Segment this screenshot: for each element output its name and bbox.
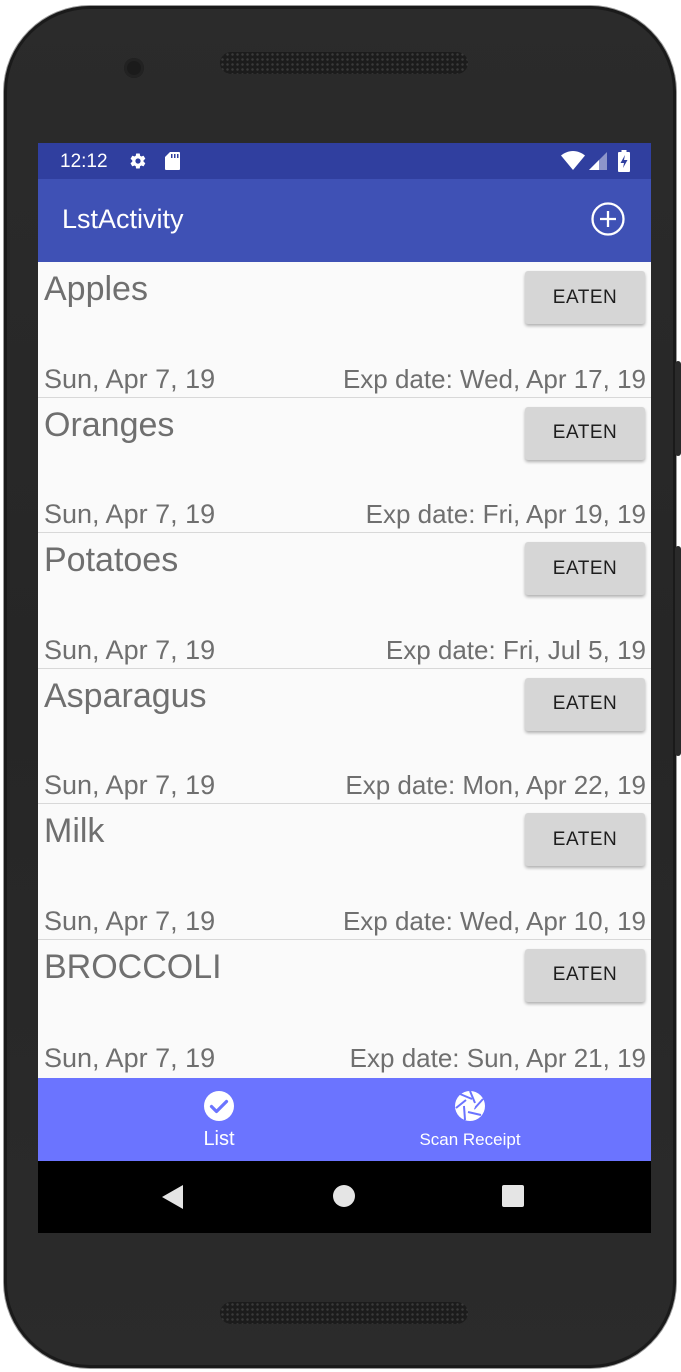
bottom-speaker [220, 1302, 468, 1324]
item-name: Oranges [44, 405, 175, 444]
nav-item-scan-receipt[interactable]: Scan Receipt [400, 1078, 540, 1161]
add-circle-icon[interactable] [590, 201, 626, 237]
eaten-button[interactable]: EATEN [525, 677, 645, 731]
eaten-button[interactable]: EATEN [525, 948, 645, 1002]
item-name: Potatoes [44, 541, 179, 580]
item-date: Sun, Apr 7, 19 [44, 499, 216, 530]
eaten-button[interactable]: EATEN [525, 406, 645, 460]
list-item: Apples EATEN Sun, Apr 7, 19 Exp date: We… [38, 262, 651, 398]
nav-label-scan: Scan Receipt [419, 1130, 521, 1149]
eaten-button[interactable]: EATEN [525, 542, 645, 596]
cell-signal-icon [589, 152, 607, 170]
camera-shutter-icon [455, 1090, 485, 1121]
list-item: Milk EATEN Sun, Apr 7, 19 Exp date: Wed,… [38, 804, 651, 940]
recents-icon[interactable] [502, 1185, 524, 1207]
back-icon[interactable] [161, 1184, 185, 1210]
item-date: Sun, Apr 7, 19 [44, 905, 216, 936]
list-item: Oranges EATEN Sun, Apr 7, 19 Exp date: F… [38, 398, 651, 534]
phone-frame: 12:12 LstActivity Apples EATEN Sun, Apr … [4, 6, 681, 1368]
item-name: Apples [44, 270, 148, 308]
app-bar: LstActivity [38, 179, 651, 262]
item-exp-date: Exp date: Sun, Apr 21, 19 [349, 1042, 646, 1073]
nav-item-list[interactable]: List [169, 1078, 269, 1161]
item-exp-date: Exp date: Mon, Apr 22, 19 [345, 770, 646, 801]
list-item: Potatoes EATEN Sun, Apr 7, 19 Exp date: … [38, 533, 651, 669]
wifi-icon [561, 151, 585, 170]
settings-icon [130, 153, 146, 169]
food-list: Apples EATEN Sun, Apr 7, 19 Exp date: We… [38, 262, 651, 1078]
nav-label-list: List [203, 1128, 235, 1150]
status-bar: 12:12 [38, 143, 651, 179]
eaten-button[interactable]: EATEN [525, 813, 645, 867]
item-date: Sun, Apr 7, 19 [44, 363, 216, 394]
item-exp-date: Exp date: Wed, Apr 10, 19 [342, 905, 646, 936]
status-time: 12:12 [60, 151, 108, 172]
top-speaker [220, 52, 468, 74]
home-icon[interactable] [332, 1184, 356, 1208]
battery-charging-icon [618, 150, 630, 172]
bottom-navigation: List Scan Receipt [38, 1078, 651, 1161]
item-name: Asparagus [44, 676, 207, 715]
item-date: Sun, Apr 7, 19 [44, 1042, 216, 1073]
list-item: BROCCOLI EATEN Sun, Apr 7, 19 Exp date: … [38, 940, 651, 1076]
volume-button [675, 546, 681, 756]
item-date: Sun, Apr 7, 19 [44, 634, 216, 665]
item-exp-date: Exp date: Fri, Jul 5, 19 [385, 634, 646, 665]
system-navigation-bar [38, 1161, 651, 1233]
app-title: LstActivity [62, 204, 184, 234]
item-exp-date: Exp date: Fri, Apr 19, 19 [365, 499, 646, 530]
item-exp-date: Exp date: Wed, Apr 17, 19 [342, 363, 646, 394]
check-circle-icon [204, 1091, 234, 1121]
item-date: Sun, Apr 7, 19 [44, 770, 216, 801]
power-button [675, 361, 681, 456]
item-name: BROCCOLI [44, 947, 222, 986]
front-camera [124, 58, 144, 78]
sd-card-icon [165, 152, 180, 170]
item-name: Milk [44, 812, 105, 851]
screen: 12:12 LstActivity Apples EATEN Sun, Apr … [38, 143, 651, 1233]
list-item: Asparagus EATEN Sun, Apr 7, 19 Exp date:… [38, 669, 651, 805]
eaten-button[interactable]: EATEN [525, 271, 645, 324]
